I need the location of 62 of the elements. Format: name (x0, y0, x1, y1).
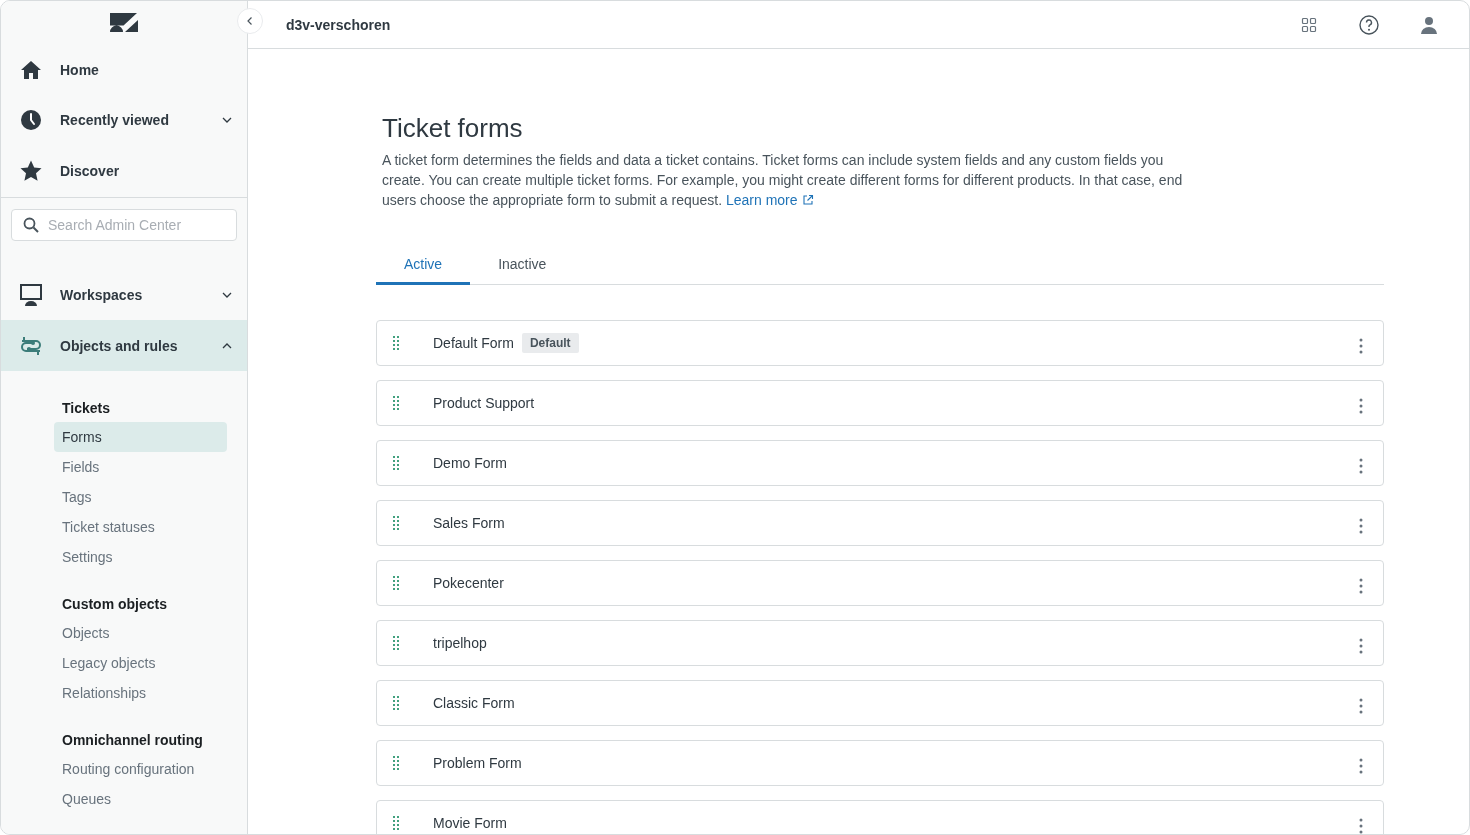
drag-handle-icon (393, 636, 399, 650)
form-row[interactable]: Problem Form (376, 740, 1384, 786)
nav-link[interactable]: Tags (54, 482, 227, 512)
nav-item[interactable]: Discover (1, 145, 247, 197)
drag-handle-icon (393, 456, 399, 470)
form-row[interactable]: Demo Form (376, 440, 1384, 486)
more-icon (1359, 638, 1363, 654)
form-row[interactable]: Movie Form (376, 800, 1384, 834)
form-row[interactable]: Product Support (376, 380, 1384, 426)
drag-handle-icon (393, 336, 399, 350)
nav-link[interactable]: Objects (54, 618, 227, 648)
search-field[interactable]: Search Admin Center (11, 208, 237, 241)
nav-link[interactable]: Ticket statuses (54, 512, 227, 542)
more-icon (1359, 398, 1363, 414)
nav-item[interactable]: Recently viewed (1, 95, 247, 146)
external-link-icon (801, 194, 814, 206)
section-heading: Omnichannel routing (61, 731, 204, 750)
drag-handle-icon (393, 516, 399, 530)
tab[interactable]: Inactive (470, 246, 575, 285)
more-icon (1359, 698, 1363, 714)
nav-link[interactable]: Relationships (54, 678, 227, 708)
page-title: Ticket forms (382, 113, 524, 144)
description: A ticket form determines the fields and data a ticket contains. Ticket forms can include system fields and any custom fields you create. You can create multiple ticket forms. For example, you might create different forms for different products. In that case, end users choose the appropriate form to submit a request. Learn more (382, 151, 1184, 210)
more-icon (1359, 818, 1363, 834)
more-icon (1359, 458, 1363, 474)
form-row[interactable]: Sales Form (376, 500, 1384, 546)
chevron-left-icon (245, 16, 255, 26)
drag-handle-icon (393, 756, 399, 770)
section-heading: Custom objects (61, 595, 168, 614)
drag-handle-icon (393, 816, 399, 830)
nav-link[interactable]: Routing configuration (54, 754, 227, 784)
section-heading: Tickets (61, 399, 111, 418)
logo-icon (110, 11, 138, 32)
nav-link[interactable]: Legacy objects (54, 648, 227, 678)
form-row[interactable]: Pokecenter (376, 560, 1384, 606)
drag-handle-icon (393, 696, 399, 710)
more-icon (1359, 758, 1363, 774)
nav-item[interactable]: Home (1, 44, 247, 95)
more-icon (1359, 578, 1363, 594)
help-icon (1359, 14, 1379, 35)
nav-link[interactable]: Queues (54, 784, 227, 814)
more-icon (1359, 518, 1363, 534)
grid-icon (1301, 16, 1317, 33)
nav-item[interactable]: Objects and rules (1, 320, 247, 371)
person-icon (1420, 15, 1438, 34)
form-row[interactable]: tripelhop (376, 620, 1384, 666)
star-icon (19, 159, 43, 184)
more-icon (1359, 338, 1363, 354)
drag-handle-icon (393, 396, 399, 410)
account-name: d3v-verschoren (286, 16, 392, 33)
form-row[interactable]: Default Form Default (376, 320, 1384, 366)
clock-icon (19, 108, 43, 133)
nav-link[interactable]: Settings (54, 542, 227, 572)
nav-item[interactable]: Workspaces (1, 269, 247, 321)
monitor-icon (19, 282, 43, 307)
nav-link[interactable]: Fields (54, 452, 227, 482)
nav-link[interactable]: Forms (54, 422, 227, 452)
learn-more-link[interactable]: Learn more (725, 192, 814, 208)
tab[interactable]: Active (376, 246, 471, 285)
form-row[interactable]: Classic Form (376, 680, 1384, 726)
default-tag: Default (521, 333, 579, 353)
drag-handle-icon (393, 576, 399, 590)
